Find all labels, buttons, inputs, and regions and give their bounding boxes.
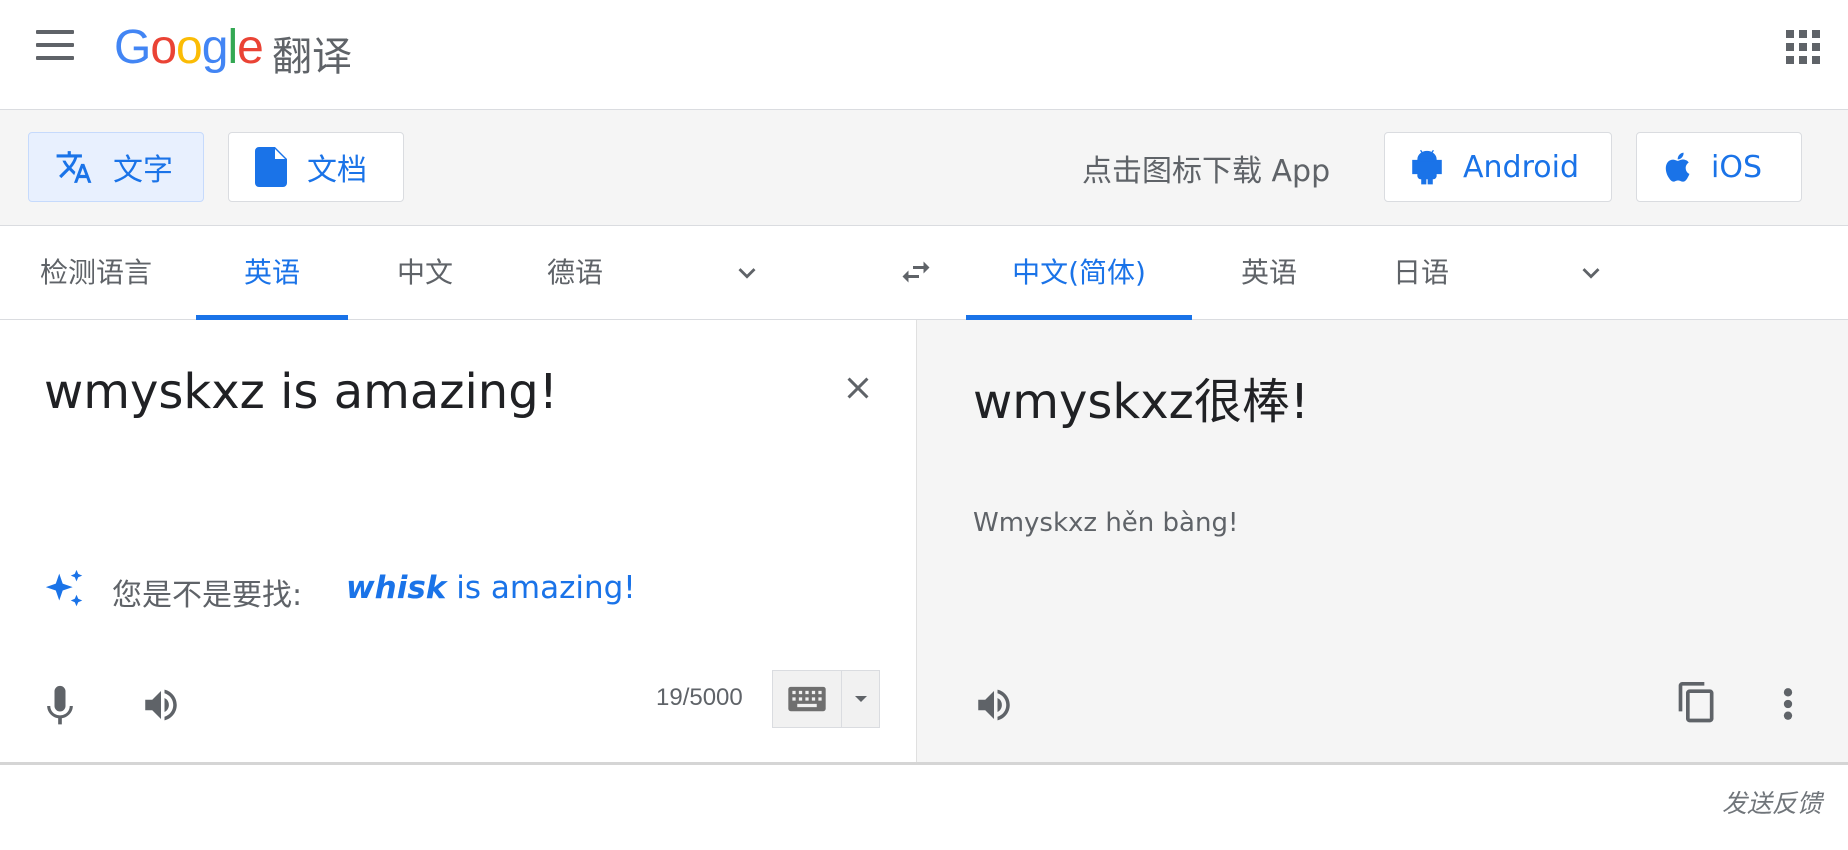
source-lang-detect[interactable]: 检测语言 <box>36 226 156 319</box>
copy-translation-icon[interactable] <box>1675 680 1719 733</box>
source-lang-chinese[interactable]: 中文 <box>380 226 470 319</box>
romanization-text: Wmyskxz hěn bàng! <box>973 508 1239 538</box>
logo-letter: l <box>227 21 238 74</box>
ios-download-button[interactable]: iOS <box>1636 132 1802 202</box>
source-panel: wmyskxz is amazing! 您是不是要找: whisk is ama… <box>0 320 916 764</box>
mode-bar: 文字 文档 Android iOS <box>0 110 1848 226</box>
source-lang-more-chevron-icon[interactable] <box>730 256 764 295</box>
target-lang-japanese[interactable]: 日语 <box>1376 226 1466 319</box>
input-tools-button[interactable] <box>772 670 880 728</box>
did-you-mean-label: 您是不是要找: <box>112 578 303 613</box>
logo-letter: o <box>176 21 203 74</box>
keyboard-icon[interactable] <box>773 671 842 727</box>
android-icon <box>1411 149 1443 185</box>
logo-letter: G <box>114 21 151 74</box>
target-lang-chinese-simplified[interactable]: 中文(简体) <box>966 226 1192 320</box>
logo-letter: g <box>201 21 229 74</box>
suggestion-rest: is amazing! <box>446 570 636 606</box>
product-title: 翻译 <box>272 34 352 80</box>
target-lang-more-chevron-icon[interactable] <box>1574 256 1608 295</box>
listen-translation-speaker-icon[interactable] <box>973 684 1015 731</box>
listen-source-speaker-icon[interactable] <box>140 684 182 731</box>
logo-letter: o <box>150 21 177 74</box>
source-lang-english[interactable]: 英语 <box>196 226 348 320</box>
translate-icon <box>55 148 93 186</box>
character-count: 19/5000 <box>656 684 743 711</box>
clear-close-icon[interactable] <box>840 370 876 411</box>
document-mode-button[interactable]: 文档 <box>228 132 404 202</box>
suggestion-bold-word: whisk <box>346 570 447 606</box>
text-mode-label: 文字 <box>113 153 173 188</box>
logo-letter: e <box>237 21 264 74</box>
suggestion-link[interactable]: whisk is amazing! <box>346 570 636 606</box>
translation-panel: wmyskxz很棒! Wmyskxz hěn bàng! <box>916 320 1848 764</box>
ios-label: iOS <box>1711 149 1762 185</box>
apple-icon <box>1663 151 1691 183</box>
source-lang-german[interactable]: 德语 <box>530 226 620 319</box>
text-mode-button[interactable]: 文字 <box>28 132 204 202</box>
app-header: Google 翻译 <box>0 0 1848 110</box>
input-tools-dropdown-icon[interactable] <box>842 671 879 727</box>
swap-languages-icon[interactable] <box>896 254 936 295</box>
target-lang-english[interactable]: 英语 <box>1224 226 1314 319</box>
send-feedback-link[interactable]: 发送反馈 <box>1722 784 1822 820</box>
android-download-button[interactable]: Android <box>1384 132 1612 202</box>
panel-bottom-divider <box>0 762 1848 765</box>
download-app-prompt: 点击图标下载 App <box>1082 154 1331 189</box>
more-options-vertical-dots-icon[interactable] <box>1781 684 1795 729</box>
document-mode-label: 文档 <box>307 153 367 188</box>
menu-icon[interactable] <box>36 30 82 70</box>
source-text-input[interactable]: wmyskxz is amazing! <box>44 364 558 420</box>
android-label: Android <box>1463 149 1579 185</box>
document-icon <box>255 147 287 187</box>
google-logo[interactable]: Google <box>114 20 264 75</box>
microphone-icon[interactable] <box>44 684 76 733</box>
apps-grid-icon[interactable] <box>1786 30 1820 64</box>
sparkle-icon <box>42 566 88 617</box>
translation-text: wmyskxz很棒! <box>973 374 1310 430</box>
